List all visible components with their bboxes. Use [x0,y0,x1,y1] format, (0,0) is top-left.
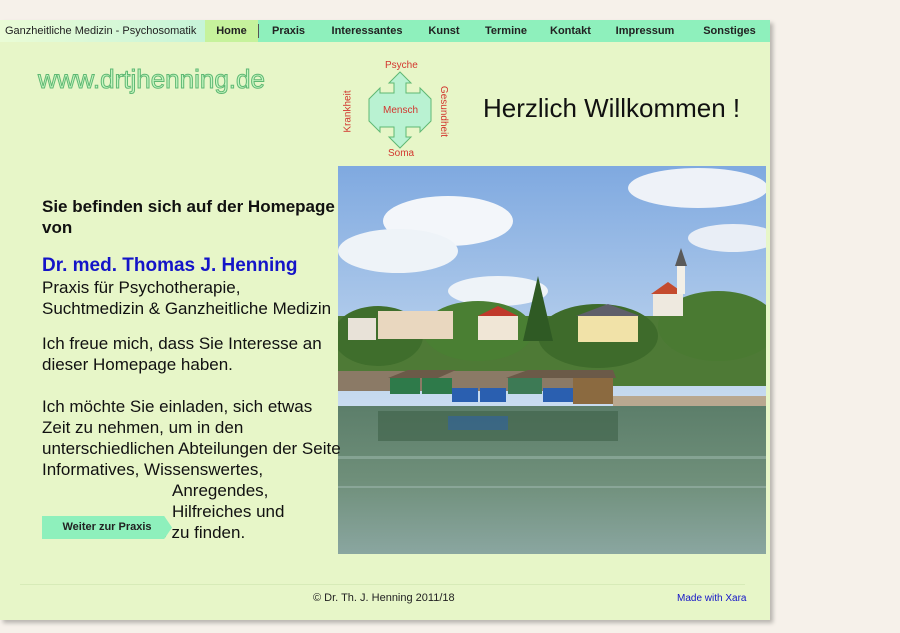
site-url-heading: www.drtjhenning.de [38,64,266,95]
copyright-text: © Dr. Th. J. Henning 2011/18 [313,592,455,604]
intro-text: Sie befinden sich auf der Homepage von D… [42,196,342,543]
nav-kunst[interactable]: Kunst [416,20,472,42]
nav-kontakt[interactable]: Kontakt [540,20,601,42]
praxis-arrow-button[interactable]: Weiter zur Praxis [42,516,172,539]
intro-paragraph-2-line: Informatives, Wissenswertes, [42,460,264,479]
logo-psyche: Psyche [385,60,418,71]
nav-interessantes[interactable]: Interessantes [318,20,416,42]
logo-soma: Soma [388,148,415,159]
nav-termine[interactable]: Termine [472,20,540,42]
lake-scene-image [338,166,766,554]
nav-sonstiges[interactable]: Sonstiges [689,20,770,42]
nav-praxis[interactable]: Praxis [259,20,318,42]
intro-paragraph-2-line: Anregendes, [172,481,269,500]
intro-paragraph-1: Ich freue mich, dass Sie Interesse an di… [42,334,322,374]
psychosomatic-logo: Psyche Mensch Soma Krankheit Gesundheit [342,58,455,163]
intro-paragraph-2: Ich möchte Sie einladen, sich etwas Zeit… [42,397,341,458]
made-with-xara-link[interactable]: Made with Xara [677,593,746,604]
logo-krankheit: Krankheit [342,90,354,133]
logo-gesundheit: Gesundheit [438,85,450,138]
logo-mensch: Mensch [383,105,419,116]
main-nav: Home Praxis Interessantes Kunst Termine … [205,20,770,42]
footer-divider [20,584,745,585]
site-subtitle: Ganzheitliche Medizin - Psychosomatik [0,20,205,42]
welcome-heading: Herzlich Willkommen ! [483,93,741,123]
practice-description: Praxis für Psychotherapie, Suchtmedizin … [42,278,332,318]
lake-photo [338,166,766,554]
nav-impressum[interactable]: Impressum [601,20,689,42]
doctor-name: Dr. med. Thomas J. Henning [42,255,298,276]
nav-home[interactable]: Home [205,20,258,42]
intro-heading: Sie befinden sich auf der Homepage von [42,197,335,237]
